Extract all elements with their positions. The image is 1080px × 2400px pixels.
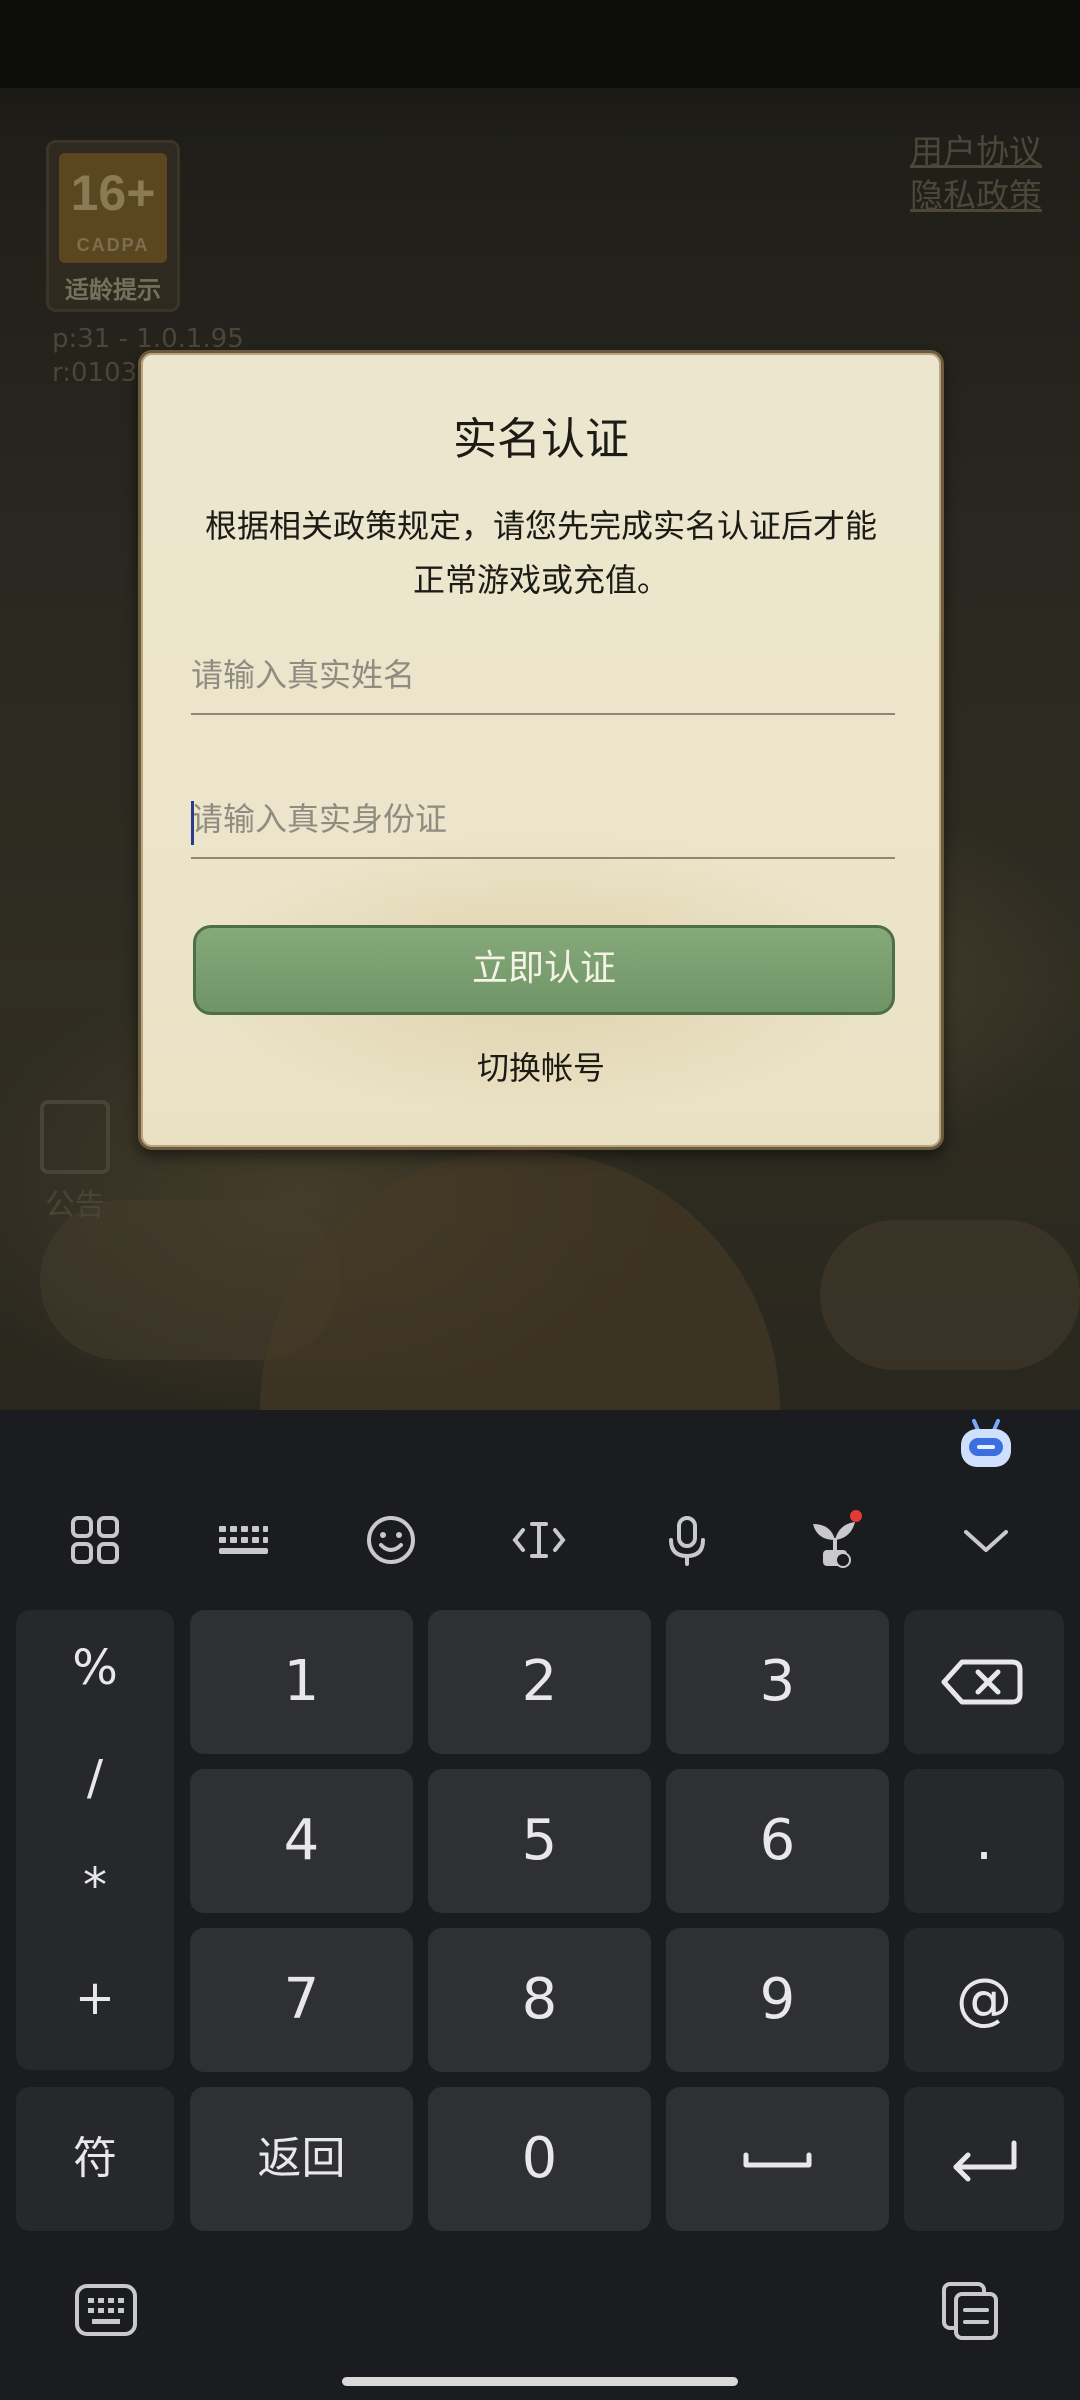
dot-key[interactable]: .	[904, 1769, 1064, 1913]
assistant-robot-icon[interactable]	[958, 1418, 1014, 1470]
text-caret	[191, 801, 194, 845]
plus-key[interactable]: +	[16, 1970, 174, 2026]
real-name-verification-dialog: 实名认证 根据相关政策规定，请您先完成实名认证后才能正常游戏或充值。 立即认证 …	[138, 350, 944, 1150]
age-rating-tip: 适龄提示	[65, 276, 161, 304]
keyboard-switch-icon[interactable]	[74, 2282, 138, 2338]
real-name-input[interactable]	[191, 637, 895, 713]
status-bar	[0, 0, 1080, 88]
emoji-icon[interactable]	[361, 1510, 421, 1570]
space-key[interactable]	[666, 2087, 889, 2231]
background-cloud	[820, 1220, 1080, 1370]
verify-now-button[interactable]: 立即认证	[193, 925, 895, 1015]
digit-key-6[interactable]: 6	[666, 1769, 889, 1913]
digit-key-2[interactable]: 2	[428, 1610, 651, 1754]
user-agreement-link[interactable]: 用户协议	[910, 130, 1042, 174]
at-key[interactable]: @	[904, 1928, 1064, 2072]
plant-icon[interactable]	[805, 1510, 865, 1570]
age-rating-badge[interactable]: 16+ CADPA 适龄提示	[46, 140, 180, 312]
id-number-field	[191, 781, 895, 859]
privacy-policy-link[interactable]: 隐私政策	[910, 174, 1042, 218]
back-key[interactable]: 返回	[190, 2087, 413, 2231]
digit-key-8[interactable]: 8	[428, 1928, 651, 2072]
apps-grid-icon[interactable]	[65, 1510, 125, 1570]
symbols-key[interactable]: 符	[16, 2087, 174, 2231]
digit-key-0[interactable]: 0	[428, 2087, 651, 2231]
digit-key-5[interactable]: 5	[428, 1769, 651, 1913]
notice-label: 公告	[45, 1188, 105, 1223]
digit-key-1[interactable]: 1	[190, 1610, 413, 1754]
digit-key-4[interactable]: 4	[190, 1769, 413, 1913]
background-house	[260, 1150, 780, 1410]
dialog-description: 根据相关政策规定，请您先完成实名认证后才能正常游戏或充值。	[204, 507, 877, 599]
backspace-icon	[941, 1659, 1023, 1705]
digit-key-9[interactable]: 9	[666, 1928, 889, 2072]
slash-key[interactable]: /	[16, 1750, 174, 1806]
enter-key[interactable]	[904, 2087, 1064, 2231]
backspace-key[interactable]	[904, 1610, 1064, 1754]
switch-account-link[interactable]: 切换帐号	[141, 1043, 941, 1089]
microphone-icon[interactable]	[657, 1510, 717, 1570]
id-number-input[interactable]	[191, 781, 895, 857]
space-icon	[743, 2152, 812, 2168]
keyboard-layout-icon[interactable]	[213, 1510, 273, 1570]
chevron-down-icon[interactable]	[956, 1510, 1016, 1570]
home-indicator[interactable]	[342, 2377, 738, 2386]
dialog-title: 实名认证	[453, 414, 629, 465]
text-cursor-icon[interactable]	[509, 1510, 569, 1570]
age-rating-org: CADPA	[76, 235, 150, 255]
enter-icon	[953, 2140, 1017, 2182]
real-name-field	[191, 637, 895, 715]
policy-links: 用户协议 隐私政策	[910, 130, 1042, 218]
percent-key[interactable]: %	[16, 1640, 174, 1696]
notice-button[interactable]: 公告	[30, 1100, 120, 1224]
symbol-column: % / * +	[16, 1610, 174, 2070]
digit-key-3[interactable]: 3	[666, 1610, 889, 1754]
scroll-icon	[40, 1100, 110, 1174]
asterisk-key[interactable]: *	[16, 1858, 174, 1914]
clipboard-icon[interactable]	[940, 2280, 1002, 2342]
digit-key-7[interactable]: 7	[190, 1928, 413, 2072]
